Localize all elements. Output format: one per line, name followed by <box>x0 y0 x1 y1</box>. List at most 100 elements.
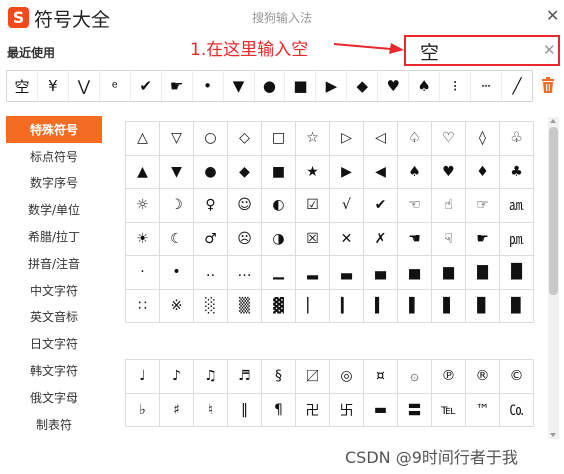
symbol-cell[interactable]: ✔ <box>364 189 398 223</box>
symbol-cell[interactable]: ◎ <box>330 360 364 394</box>
recent-symbol[interactable]: ■ <box>285 71 317 101</box>
symbol-cell[interactable]: ★ <box>296 155 330 189</box>
symbol-cell[interactable]: ♧ <box>500 122 534 156</box>
sidebar-item[interactable]: 特殊符号 <box>6 116 102 143</box>
recent-symbol[interactable]: 空 <box>7 71 38 101</box>
search-box[interactable]: ✕ <box>404 35 560 66</box>
symbol-cell[interactable]: ♀ <box>194 189 228 223</box>
symbol-cell[interactable]: ۞ <box>398 360 432 394</box>
symbol-cell[interactable]: ☑ <box>296 189 330 223</box>
recent-symbol[interactable]: ⋁ <box>69 71 100 101</box>
symbol-cell[interactable]: … <box>228 256 262 290</box>
symbol-cell[interactable]: ▒ <box>228 289 262 323</box>
symbol-cell[interactable]: ∷ <box>126 289 160 323</box>
sidebar-item[interactable]: 俄文字母 <box>6 384 102 411</box>
symbol-cell[interactable]: ✗ <box>364 222 398 256</box>
symbol-cell[interactable]: ♩ <box>126 360 160 394</box>
symbol-cell[interactable]: ♪ <box>160 360 194 394</box>
symbol-cell[interactable]: ㏂ <box>500 189 534 223</box>
symbol-cell[interactable]: ♭ <box>126 393 160 427</box>
sidebar-item[interactable]: 希腊/拉丁 <box>6 223 102 250</box>
symbol-cell[interactable]: ♯ <box>160 393 194 427</box>
symbol-cell[interactable]: ▋ <box>432 289 466 323</box>
symbol-cell[interactable]: ▼ <box>160 155 194 189</box>
symbol-cell[interactable]: ☟ <box>432 222 466 256</box>
symbol-cell[interactable]: ¤ <box>364 360 398 394</box>
recent-symbol[interactable]: ♠ <box>409 71 441 101</box>
recent-symbol[interactable]: ¥ <box>38 71 69 101</box>
symbol-cell[interactable]: ◆ <box>228 155 262 189</box>
symbol-cell[interactable]: ‥ <box>194 256 228 290</box>
symbol-cell[interactable]: • <box>160 256 194 290</box>
sidebar-item[interactable]: 拼音/注音 <box>6 250 102 277</box>
symbol-cell[interactable]: ░ <box>194 289 228 323</box>
symbol-cell[interactable]: ● <box>194 155 228 189</box>
recent-symbol[interactable]: ┄ <box>471 71 502 101</box>
symbol-cell[interactable]: ▲ <box>126 155 160 189</box>
recent-symbol[interactable]: ♥ <box>378 71 410 101</box>
symbol-cell[interactable]: 〓 <box>398 393 432 427</box>
recent-symbol[interactable]: ▼ <box>224 71 255 101</box>
symbol-cell[interactable]: ▎ <box>330 289 364 323</box>
symbol-cell[interactable]: ☛ <box>466 222 500 256</box>
symbol-cell[interactable]: █ <box>500 256 534 290</box>
symbol-cell[interactable]: ✕ <box>330 222 364 256</box>
symbol-cell[interactable]: ℗ <box>432 360 466 394</box>
symbol-cell[interactable]: ♬ <box>228 360 262 394</box>
symbol-cell[interactable]: ☹ <box>228 222 262 256</box>
symbol-cell[interactable]: 〼 <box>296 360 330 394</box>
symbol-cell[interactable]: ♠ <box>398 155 432 189</box>
symbol-cell[interactable]: ♮ <box>194 393 228 427</box>
symbol-cell[interactable]: ☺ <box>228 189 262 223</box>
symbol-cell[interactable]: ♦ <box>466 155 500 189</box>
recent-symbol[interactable]: ╱ <box>502 71 532 101</box>
symbol-cell[interactable]: ☆ <box>296 122 330 156</box>
symbol-cell[interactable]: © <box>500 360 534 394</box>
symbol-cell[interactable]: ℡ <box>432 393 466 427</box>
symbol-cell[interactable]: ▍ <box>364 289 398 323</box>
symbol-cell[interactable]: ▶ <box>330 155 364 189</box>
symbol-cell[interactable]: ◁ <box>364 122 398 156</box>
symbol-cell[interactable]: 卐 <box>330 393 364 427</box>
close-button[interactable]: ✕ <box>546 6 559 25</box>
scroll-up-icon[interactable] <box>550 119 556 123</box>
symbol-cell[interactable]: ♥ <box>432 155 466 189</box>
symbol-cell[interactable]: ♡ <box>432 122 466 156</box>
symbol-cell[interactable]: ◑ <box>262 222 296 256</box>
sidebar-item[interactable]: 韩文字符 <box>6 357 102 384</box>
sidebar-item[interactable]: 制表符 <box>6 411 102 438</box>
symbol-cell[interactable]: ☽ <box>160 189 194 223</box>
symbol-cell[interactable]: √ <box>330 189 364 223</box>
symbol-cell[interactable]: ▬ <box>364 393 398 427</box>
symbol-cell[interactable]: ▊ <box>466 289 500 323</box>
symbol-cell[interactable]: □ <box>262 122 296 156</box>
sidebar-item[interactable]: 中文字符 <box>6 277 102 304</box>
recent-symbol[interactable]: ● <box>255 71 286 101</box>
symbol-cell[interactable]: △ <box>126 122 160 156</box>
symbol-cell[interactable]: ♤ <box>398 122 432 156</box>
sidebar-item[interactable]: 数字序号 <box>6 170 102 197</box>
symbol-cell[interactable]: ◐ <box>262 189 296 223</box>
symbol-cell[interactable]: ™ <box>466 393 500 427</box>
symbol-cell[interactable]: ▏ <box>296 289 330 323</box>
symbol-cell[interactable]: ▓ <box>262 289 296 323</box>
symbol-cell[interactable]: ▽ <box>160 122 194 156</box>
recent-symbol[interactable]: ⁝ <box>440 71 472 101</box>
search-input[interactable] <box>420 39 530 63</box>
symbol-cell[interactable]: ☾ <box>160 222 194 256</box>
sidebar-item[interactable]: 数学/单位 <box>6 196 102 223</box>
symbol-cell[interactable]: ◇ <box>228 122 262 156</box>
symbol-cell[interactable]: ▃ <box>330 256 364 290</box>
symbol-cell[interactable]: ® <box>466 360 500 394</box>
recent-symbol[interactable]: ◆ <box>347 71 379 101</box>
symbol-cell[interactable]: ◀ <box>364 155 398 189</box>
symbol-cell[interactable]: ☚ <box>398 222 432 256</box>
symbol-cell[interactable]: ¶ <box>262 393 296 427</box>
scrollbar[interactable] <box>548 117 559 439</box>
symbol-cell[interactable]: ☝ <box>432 189 466 223</box>
symbol-cell[interactable]: ♂ <box>194 222 228 256</box>
symbol-cell[interactable]: ※ <box>160 289 194 323</box>
symbol-cell[interactable]: ○ <box>194 122 228 156</box>
symbol-cell[interactable]: ▌ <box>398 289 432 323</box>
symbol-cell[interactable]: ◊ <box>466 122 500 156</box>
